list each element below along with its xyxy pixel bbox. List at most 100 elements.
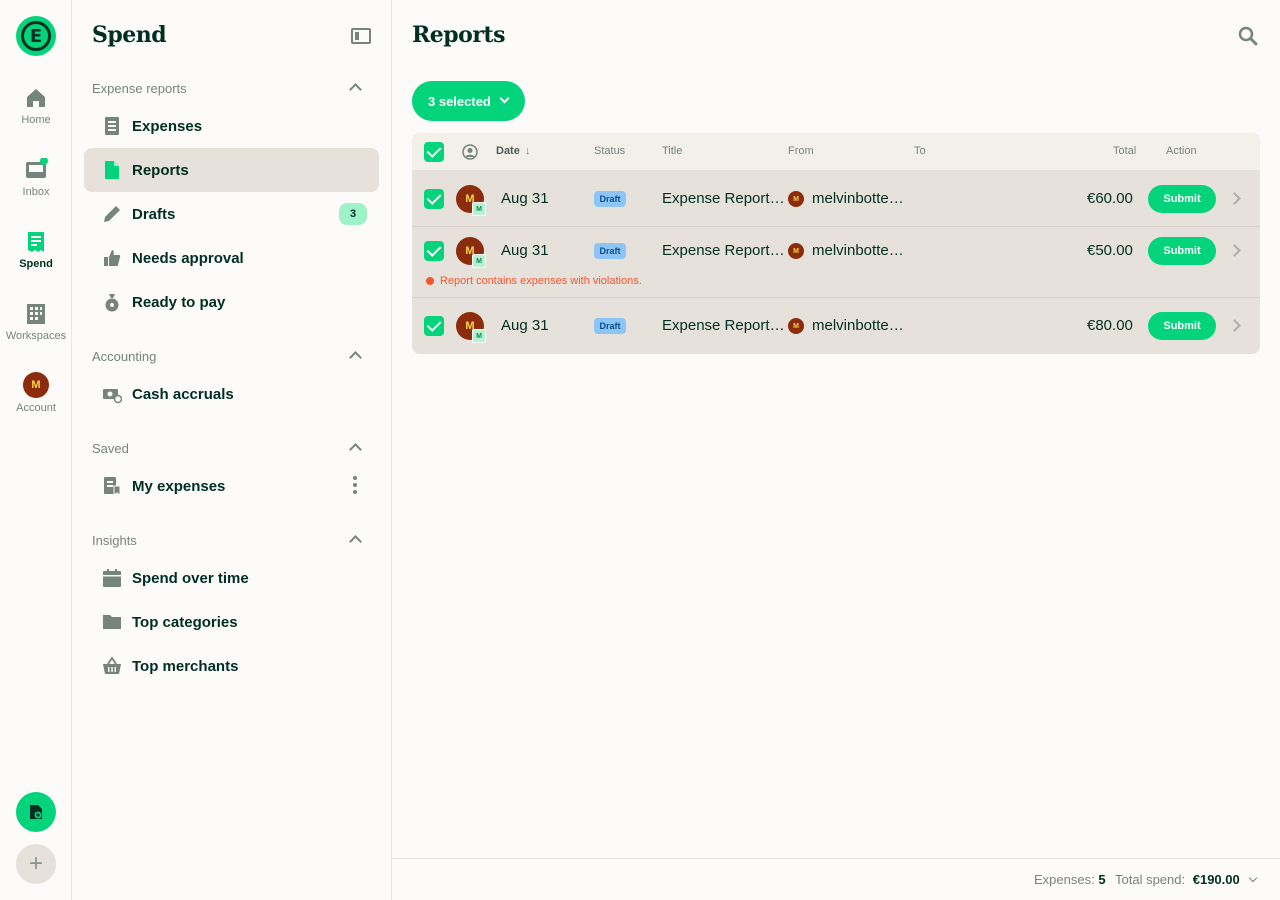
workspace-avatar: M <box>472 254 486 268</box>
row-total: €60.00 <box>1087 190 1133 207</box>
section-label: Accounting <box>92 349 157 364</box>
error-dot-icon <box>426 277 434 285</box>
money-bag-icon <box>105 294 119 312</box>
section-expense-reports[interactable]: Expense reports <box>92 81 372 96</box>
chevron-down-icon[interactable] <box>1248 873 1258 883</box>
sidebar-item-label: My expenses <box>132 477 226 495</box>
more-options-icon[interactable] <box>353 476 357 496</box>
plus-icon: + <box>28 850 43 877</box>
sidebar-item-label: Top merchants <box>132 657 239 675</box>
section-insights[interactable]: Insights <box>92 533 372 548</box>
collapse-sidebar-icon[interactable] <box>351 28 371 44</box>
rail-label: Spend <box>19 258 53 270</box>
rail-label: Home <box>21 114 51 126</box>
row-title: Expense Report… <box>662 190 785 207</box>
avatar: M M <box>456 312 486 343</box>
column-date[interactable]: Date <box>496 145 520 157</box>
avatar: M M <box>456 237 486 268</box>
column-from[interactable]: From <box>788 145 814 157</box>
chevron-right-icon[interactable] <box>1228 244 1241 257</box>
row-checkbox[interactable] <box>424 189 444 209</box>
status-badge: Draft <box>594 243 626 259</box>
selected-actions-button[interactable]: 3 selected <box>412 81 525 121</box>
from-avatar: M <box>788 191 804 207</box>
section-saved[interactable]: Saved <box>92 441 372 456</box>
row-checkbox[interactable] <box>424 316 444 336</box>
user-circle-icon <box>462 144 478 160</box>
chevron-up-icon <box>349 443 362 456</box>
pencil-icon <box>104 206 120 222</box>
sidebar-item-label: Expenses <box>132 117 203 135</box>
table-row[interactable]: M M Aug 31 Draft Expense Report… M melvi… <box>412 170 1260 227</box>
sidebar-item-top-merchants[interactable]: Top merchants <box>84 644 379 688</box>
row-from: melvinbotte… <box>812 190 904 207</box>
document-icon <box>105 161 119 179</box>
sidebar-item-ready-to-pay[interactable]: Ready to pay <box>84 280 379 324</box>
row-title: Expense Report… <box>662 317 785 334</box>
rail-item-spend[interactable]: Spend <box>0 230 72 270</box>
sidebar-item-label: Top categories <box>132 613 238 631</box>
receipt-icon <box>105 117 119 135</box>
sidebar-item-expenses[interactable]: Expenses <box>84 104 379 148</box>
workspace-avatar: M <box>472 329 486 343</box>
create-report-button[interactable] <box>16 792 56 832</box>
inbox-icon <box>26 158 48 178</box>
expensify-logo[interactable]: E <box>16 16 56 56</box>
chevron-right-icon[interactable] <box>1228 192 1241 205</box>
sidebar-item-top-categories[interactable]: Top categories <box>84 600 379 644</box>
workspace-avatar: M <box>472 202 486 216</box>
receipt-icon <box>28 232 44 252</box>
bookmark-receipt-icon <box>104 477 121 496</box>
expenses-count: 5 <box>1098 872 1106 887</box>
row-date: Aug 31 <box>501 242 549 259</box>
rail-label: Workspaces <box>5 330 67 342</box>
column-action: Action <box>1166 145 1197 157</box>
table-row[interactable]: M M Aug 31 Draft Expense Report… M melvi… <box>412 298 1260 354</box>
sort-arrow-down-icon[interactable]: ↓ <box>525 145 531 157</box>
table-row[interactable]: M M Aug 31 Draft Expense Report… M melvi… <box>412 227 1260 298</box>
calendar-icon <box>103 569 121 587</box>
thumbs-up-icon <box>104 250 121 266</box>
home-icon <box>27 89 45 107</box>
rail-item-home[interactable]: Home <box>0 86 72 126</box>
sidebar-item-label: Drafts <box>132 205 176 223</box>
expenses-label: Expenses: <box>1034 872 1095 887</box>
rail-item-inbox[interactable]: Inbox <box>0 158 72 198</box>
section-label: Insights <box>92 533 137 548</box>
sidebar-item-label: Reports <box>132 161 189 179</box>
sidebar-item-reports[interactable]: Reports <box>84 148 379 192</box>
section-accounting[interactable]: Accounting <box>92 349 372 364</box>
rail-item-account[interactable]: M Account <box>0 372 72 414</box>
submit-button[interactable]: Submit <box>1148 312 1216 340</box>
submit-button[interactable]: Submit <box>1148 237 1216 265</box>
chevron-right-icon[interactable] <box>1228 319 1241 332</box>
basket-icon <box>103 656 121 674</box>
reports-table: Date ↓ Status Title From To Total Action… <box>412 133 1260 354</box>
submit-button[interactable]: Submit <box>1148 185 1216 213</box>
row-from: melvinbotte… <box>812 242 904 259</box>
sidebar-item-needs-approval[interactable]: Needs approval <box>84 236 379 280</box>
row-total: €80.00 <box>1087 317 1133 334</box>
rail-item-workspaces[interactable]: Workspaces <box>0 302 72 342</box>
add-button[interactable]: + <box>16 844 56 884</box>
spend-sidebar: Spend Expense reports Expenses Reports D… <box>72 0 392 900</box>
row-checkbox[interactable] <box>424 241 444 261</box>
column-to[interactable]: To <box>914 145 926 157</box>
new-document-icon <box>30 805 42 819</box>
chevron-up-icon <box>349 351 362 364</box>
column-total[interactable]: Total <box>1113 145 1136 157</box>
status-badge: Draft <box>594 191 626 207</box>
search-icon[interactable] <box>1238 26 1258 46</box>
sidebar-item-cash-accruals[interactable]: Cash accruals <box>84 372 379 416</box>
column-status[interactable]: Status <box>594 145 625 157</box>
sidebar-item-drafts[interactable]: Drafts 3 <box>84 192 379 236</box>
select-all-checkbox[interactable] <box>424 142 444 162</box>
building-icon <box>27 304 45 324</box>
sidebar-item-my-expenses[interactable]: My expenses <box>84 464 379 508</box>
column-title[interactable]: Title <box>662 145 682 157</box>
sidebar-item-label: Needs approval <box>132 249 244 267</box>
from-avatar: M <box>788 318 804 334</box>
summary-footer[interactable]: Expenses: 5 Total spend: €190.00 <box>392 858 1280 900</box>
sidebar-item-spend-over-time[interactable]: Spend over time <box>84 556 379 600</box>
expenses-count-label: Expenses: 5 <box>1034 872 1106 887</box>
